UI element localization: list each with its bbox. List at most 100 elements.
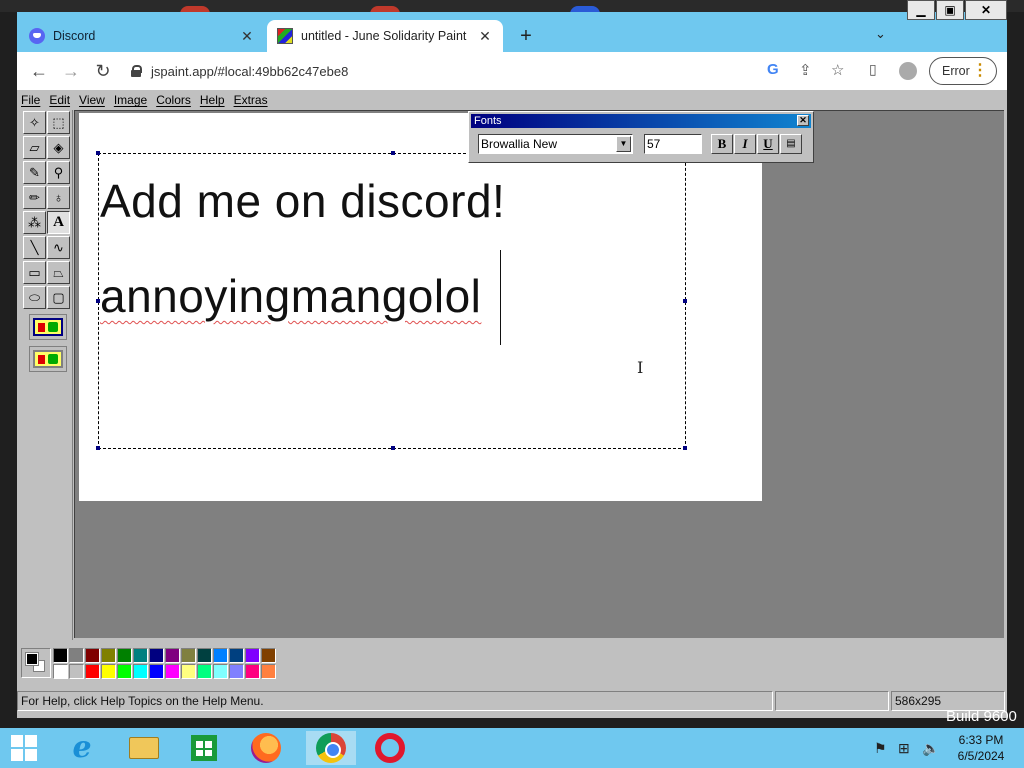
taskbar-store[interactable] <box>186 731 222 765</box>
text-box[interactable]: Add me on discord! annoyingmangolol I <box>96 151 687 450</box>
menu-file[interactable]: File <box>21 93 40 107</box>
bold-button[interactable]: B <box>711 134 733 154</box>
fill-bucket-tool-icon[interactable]: ◈ <box>47 136 70 159</box>
menu-help[interactable]: Help <box>200 93 225 107</box>
palette-swatch[interactable] <box>229 648 244 663</box>
menu-view[interactable]: View <box>79 93 105 107</box>
start-button[interactable] <box>6 731 42 765</box>
pencil-tool-icon[interactable]: ✏ <box>23 186 46 209</box>
menu-image[interactable]: Image <box>114 93 147 107</box>
resize-handle[interactable] <box>391 151 395 155</box>
reload-icon[interactable]: ↻ <box>93 61 113 81</box>
tab-paint[interactable]: untitled - June Solidarity Paint ✕ <box>267 20 503 52</box>
fonts-titlebar[interactable]: Fonts ✕ <box>471 114 811 128</box>
profile-avatar[interactable] <box>899 62 917 80</box>
ellipse-tool-icon[interactable]: ⬭ <box>23 286 46 309</box>
underline-button[interactable]: U <box>757 134 779 154</box>
vertical-text-icon[interactable]: ▤ <box>780 134 802 154</box>
side-panel-icon[interactable]: ▯ <box>869 61 877 78</box>
resize-handle[interactable] <box>96 446 100 450</box>
palette-swatch[interactable] <box>133 648 148 663</box>
color-picker-tool-icon[interactable]: ✎ <box>23 161 46 184</box>
resize-handle[interactable] <box>683 299 687 303</box>
airbrush-tool-icon[interactable]: ⁂ <box>23 211 46 234</box>
forward-arrow-icon[interactable]: → <box>61 61 81 81</box>
magnifier-tool-icon[interactable]: ⚲ <box>47 161 70 184</box>
palette-swatch[interactable] <box>85 664 100 679</box>
resize-handle[interactable] <box>96 151 100 155</box>
font-size-input[interactable]: 57 <box>644 134 702 154</box>
palette-swatch[interactable] <box>101 664 116 679</box>
tab-discord[interactable]: Discord ✕ <box>19 20 265 52</box>
palette-swatch[interactable] <box>117 664 132 679</box>
profile-error-button[interactable]: Error ⋮ <box>929 57 997 85</box>
polygon-tool-icon[interactable]: ⏢ <box>47 261 70 284</box>
palette-swatch[interactable] <box>53 648 68 663</box>
palette-swatch[interactable] <box>165 664 180 679</box>
close-icon[interactable]: ✕ <box>477 28 493 45</box>
flag-icon[interactable]: ⚑ <box>874 740 887 757</box>
new-tab-button[interactable]: + <box>515 25 537 47</box>
bookmark-star-icon[interactable]: ☆ <box>831 61 844 79</box>
menu-edit[interactable]: Edit <box>49 93 70 107</box>
drawing-canvas[interactable]: Add me on discord! annoyingmangolol I <box>79 113 762 501</box>
rounded-rect-tool-icon[interactable]: ▢ <box>47 286 70 309</box>
palette-swatch[interactable] <box>165 648 180 663</box>
palette-swatch[interactable] <box>101 648 116 663</box>
eraser-tool-icon[interactable]: ▱ <box>23 136 46 159</box>
transparent-background-option[interactable] <box>29 346 67 372</box>
google-icon[interactable]: G <box>767 61 779 78</box>
palette-swatch[interactable] <box>213 664 228 679</box>
palette-swatch[interactable] <box>245 648 260 663</box>
resize-handle[interactable] <box>683 446 687 450</box>
minimize-button[interactable]: ▁ <box>907 0 935 20</box>
close-window-button[interactable]: ✕ <box>965 0 1007 20</box>
current-colors[interactable] <box>21 648 51 678</box>
brush-tool-icon[interactable]: ♁ <box>47 186 70 209</box>
palette-swatch[interactable] <box>181 648 196 663</box>
menu-extras[interactable]: Extras <box>234 93 268 107</box>
palette-swatch[interactable] <box>69 648 84 663</box>
palette-swatch[interactable] <box>245 664 260 679</box>
taskbar-firefox[interactable] <box>248 731 284 765</box>
palette-swatch[interactable] <box>69 664 84 679</box>
taskbar-ie[interactable]: e <box>64 731 100 765</box>
address-bar[interactable]: jspaint.app/#local:49bb62c47ebe8 <box>127 58 867 84</box>
italic-button[interactable]: I <box>734 134 756 154</box>
volume-muted-icon[interactable]: 🔈 <box>922 740 939 757</box>
taskbar-chrome[interactable] <box>306 731 356 765</box>
resize-handle[interactable] <box>391 446 395 450</box>
rectangle-tool-icon[interactable]: ▭ <box>23 261 46 284</box>
palette-swatch[interactable] <box>117 648 132 663</box>
back-arrow-icon[interactable]: ← <box>29 61 49 81</box>
palette-swatch[interactable] <box>53 664 68 679</box>
maximize-button[interactable]: ▣ <box>936 0 964 20</box>
font-family-select[interactable]: Browallia New ▼ <box>478 134 633 154</box>
text-tool-icon[interactable]: A <box>47 211 70 234</box>
palette-swatch[interactable] <box>197 648 212 663</box>
line-tool-icon[interactable]: ╲ <box>23 236 46 259</box>
share-icon[interactable]: ⇪ <box>799 61 812 79</box>
palette-swatch[interactable] <box>181 664 196 679</box>
opaque-background-option[interactable] <box>29 314 67 340</box>
palette-swatch[interactable] <box>149 664 164 679</box>
close-icon[interactable]: ✕ <box>239 28 255 45</box>
palette-swatch[interactable] <box>149 648 164 663</box>
palette-swatch[interactable] <box>133 664 148 679</box>
palette-swatch[interactable] <box>261 648 276 663</box>
palette-swatch[interactable] <box>261 664 276 679</box>
dropdown-arrow-icon[interactable]: ▼ <box>616 136 631 152</box>
free-select-tool-icon[interactable]: ✧ <box>23 111 46 134</box>
palette-swatch[interactable] <box>197 664 212 679</box>
close-icon[interactable]: ✕ <box>797 115 809 126</box>
menu-colors[interactable]: Colors <box>156 93 191 107</box>
taskbar-file-explorer[interactable] <box>126 731 162 765</box>
clock[interactable]: 6:33 PM 6/5/2024 <box>948 732 1014 764</box>
curve-tool-icon[interactable]: ∿ <box>47 236 70 259</box>
network-icon[interactable]: ⊞ <box>898 740 910 757</box>
palette-swatch[interactable] <box>85 648 100 663</box>
rect-select-tool-icon[interactable]: ⬚ <box>47 111 70 134</box>
taskbar-opera[interactable] <box>372 731 408 765</box>
palette-swatch[interactable] <box>229 664 244 679</box>
tab-search-chevron-icon[interactable]: ⌄ <box>875 26 886 42</box>
